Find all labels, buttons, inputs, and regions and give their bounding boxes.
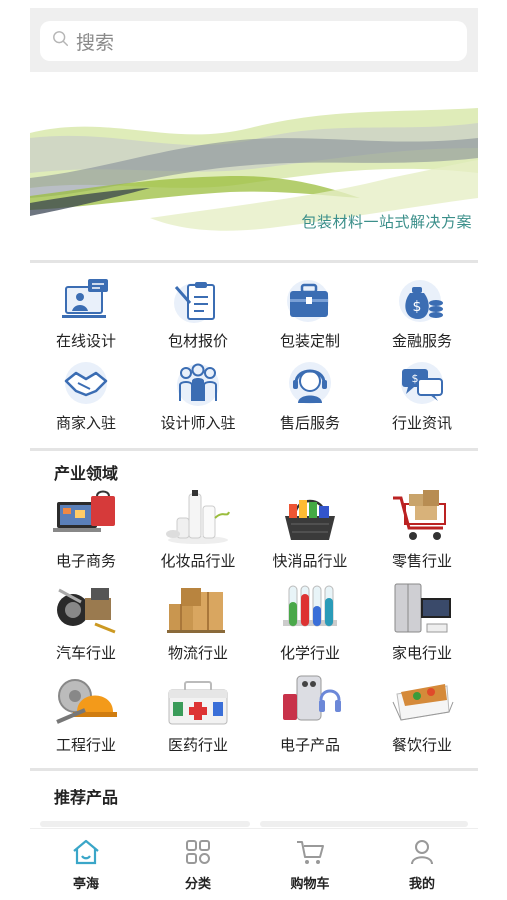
service-finance[interactable]: $ 金融服务 bbox=[366, 276, 478, 358]
industry-label: 化学行业 bbox=[279, 644, 340, 662]
industry-retail[interactable]: 零售行业 bbox=[366, 488, 478, 580]
industry-electronics[interactable]: 电子产品 bbox=[254, 672, 366, 764]
service-label: 售后服务 bbox=[279, 414, 340, 432]
grocery-basket-image bbox=[275, 488, 345, 546]
divider bbox=[30, 448, 478, 451]
recommended-product-card[interactable] bbox=[40, 821, 250, 827]
section-title-recommended: 推荐产品 bbox=[54, 788, 119, 807]
industry-grid: 电子商务 化妆品行业 快消品行业 零售行业 汽车行业 物流行业 化学行业 家电行… bbox=[30, 488, 478, 764]
service-label: 设计师入驻 bbox=[160, 414, 236, 432]
quote-clipboard-icon bbox=[170, 276, 226, 326]
industry-label: 物流行业 bbox=[167, 644, 228, 662]
ecommerce-image bbox=[51, 488, 121, 546]
cosmetics-image bbox=[163, 488, 233, 546]
divider bbox=[30, 260, 478, 263]
search-placeholder: 搜索 bbox=[76, 31, 115, 54]
bottom-tab-bar: 亭海 分类 购物车 我的 bbox=[30, 828, 478, 900]
industry-label: 零售行业 bbox=[391, 552, 452, 570]
svg-text:$: $ bbox=[413, 299, 422, 315]
refrigerator-image bbox=[387, 580, 457, 638]
industry-appliance[interactable]: 家电行业 bbox=[366, 580, 478, 672]
industry-logistics[interactable]: 物流行业 bbox=[142, 580, 254, 672]
recommended-product-card[interactable] bbox=[260, 821, 468, 827]
auto-parts-image bbox=[51, 580, 121, 638]
section-title-industry: 产业领域 bbox=[54, 464, 119, 483]
promo-banner[interactable]: 包装材料一站式解决方案 bbox=[30, 78, 478, 258]
service-label: 商家入驻 bbox=[55, 414, 116, 432]
divider bbox=[30, 768, 478, 771]
service-after-sales[interactable]: 售后服务 bbox=[254, 358, 366, 446]
tab-cart[interactable]: 购物车 bbox=[254, 829, 366, 900]
industry-label: 医药行业 bbox=[167, 736, 228, 754]
service-label: 金融服务 bbox=[391, 332, 452, 350]
handshake-icon bbox=[58, 358, 114, 408]
industry-label: 家电行业 bbox=[391, 644, 452, 662]
service-label: 行业资讯 bbox=[391, 414, 452, 432]
tab-home[interactable]: 亭海 bbox=[30, 829, 142, 900]
service-grid: 在线设计 包材报价 包装定制 $ 金融服务 商家入驻 设计师入驻 售后服务 $ … bbox=[30, 276, 478, 446]
industry-label: 电子商务 bbox=[55, 552, 116, 570]
industry-ecommerce[interactable]: 电子商务 bbox=[30, 488, 142, 580]
industry-engineering[interactable]: 工程行业 bbox=[30, 672, 142, 764]
briefcase-icon bbox=[282, 276, 338, 326]
industry-label: 快消品行业 bbox=[272, 552, 348, 570]
tab-category[interactable]: 分类 bbox=[142, 829, 254, 900]
tab-label: 分类 bbox=[184, 877, 211, 892]
service-designer-join[interactable]: 设计师入驻 bbox=[142, 358, 254, 446]
home-icon bbox=[69, 835, 103, 869]
industry-label: 汽车行业 bbox=[55, 644, 116, 662]
service-online-design[interactable]: 在线设计 bbox=[30, 276, 142, 358]
headset-support-icon bbox=[282, 358, 338, 408]
service-label: 包装定制 bbox=[279, 332, 340, 350]
tab-profile[interactable]: 我的 bbox=[366, 829, 478, 900]
industry-fmcg[interactable]: 快消品行业 bbox=[254, 488, 366, 580]
service-industry-news[interactable]: $ 行业资讯 bbox=[366, 358, 478, 446]
online-design-icon bbox=[58, 276, 114, 326]
banner-tagline: 包装材料一站式解决方案 bbox=[301, 213, 472, 231]
tab-label: 亭海 bbox=[72, 877, 99, 892]
team-icon bbox=[170, 358, 226, 408]
electronics-image bbox=[275, 672, 345, 730]
industry-cosmetics[interactable]: 化妆品行业 bbox=[142, 488, 254, 580]
industry-label: 工程行业 bbox=[55, 736, 116, 754]
tab-label: 我的 bbox=[408, 877, 435, 892]
service-merchant-join[interactable]: 商家入驻 bbox=[30, 358, 142, 446]
search-icon bbox=[52, 30, 70, 52]
cardboard-boxes-image bbox=[163, 580, 233, 638]
industry-catering[interactable]: 餐饮行业 bbox=[366, 672, 478, 764]
service-quote[interactable]: 包材报价 bbox=[142, 276, 254, 358]
search-input[interactable]: 搜索 bbox=[40, 21, 467, 61]
industry-chemical[interactable]: 化学行业 bbox=[254, 580, 366, 672]
cart-icon bbox=[293, 835, 327, 869]
home-page: 搜索 包装材料一站式解决方案 在线设计 包材报价 包装定制 $ 金融服务 商家入… bbox=[30, 8, 478, 900]
chat-bubbles-icon: $ bbox=[394, 358, 450, 408]
service-custom-packaging[interactable]: 包装定制 bbox=[254, 276, 366, 358]
industry-label: 化妆品行业 bbox=[160, 552, 236, 570]
industry-label: 电子产品 bbox=[279, 736, 340, 754]
industry-pharma[interactable]: 医药行业 bbox=[142, 672, 254, 764]
svg-text:$: $ bbox=[412, 372, 419, 385]
service-label: 在线设计 bbox=[55, 332, 116, 350]
industry-label: 餐饮行业 bbox=[391, 736, 452, 754]
category-grid-icon bbox=[181, 835, 215, 869]
medical-kit-image bbox=[163, 672, 233, 730]
tab-label: 购物车 bbox=[290, 877, 330, 892]
industry-automotive[interactable]: 汽车行业 bbox=[30, 580, 142, 672]
shopping-cart-image bbox=[387, 488, 457, 546]
profile-icon bbox=[405, 835, 439, 869]
test-tubes-image bbox=[275, 580, 345, 638]
food-container-image bbox=[387, 672, 457, 730]
money-bag-icon: $ bbox=[394, 276, 450, 326]
service-label: 包材报价 bbox=[167, 332, 228, 350]
hard-hat-image bbox=[51, 672, 121, 730]
search-bar: 搜索 bbox=[30, 8, 478, 72]
